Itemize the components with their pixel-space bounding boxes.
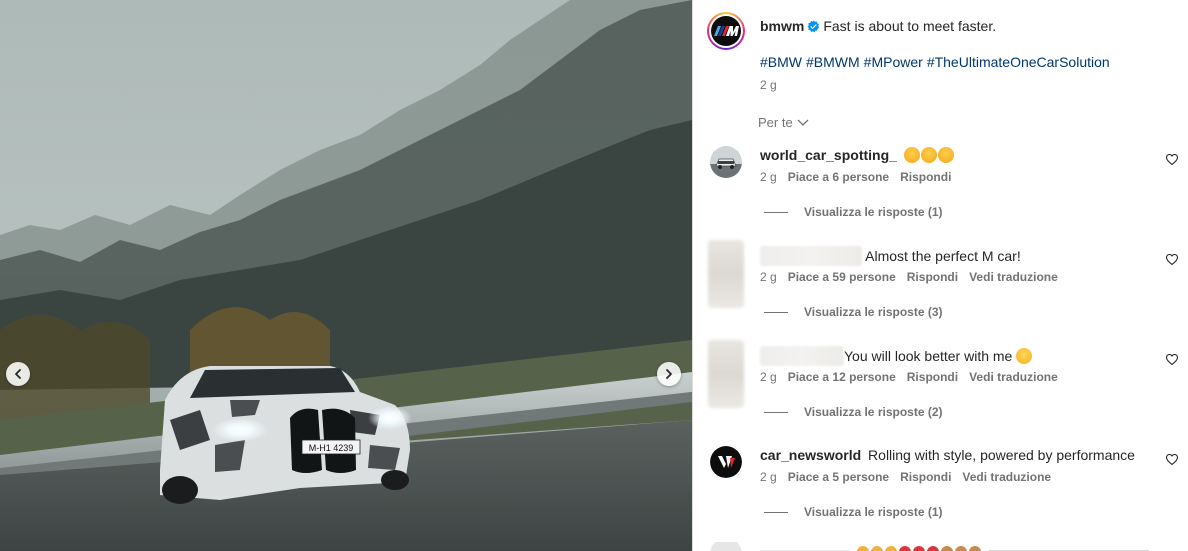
hashtag-link[interactable]: #BMWM bbox=[806, 54, 860, 70]
commenter-username-blurred[interactable] bbox=[760, 346, 844, 366]
comment-message: Rolling with style, powered by performan… bbox=[868, 447, 1135, 463]
star-struck-emoji-icon bbox=[920, 147, 937, 163]
like-heart-icon[interactable] bbox=[1166, 254, 1178, 265]
sort-label: Per te bbox=[758, 115, 793, 130]
commenter-avatar[interactable] bbox=[710, 146, 742, 178]
caption-hashtags: #BMW #BMWM #MPower #TheUltimateOneCarSoluti… bbox=[760, 53, 1114, 71]
chevron-right-icon bbox=[666, 369, 672, 379]
translate-button[interactable]: Vedi traduzione bbox=[969, 370, 1058, 384]
comment-text: car_newsworld Rolling with style, powere… bbox=[760, 446, 1160, 464]
like-heart-icon[interactable] bbox=[1166, 454, 1178, 465]
bmw-m-logo-icon bbox=[714, 26, 739, 36]
view-replies-button[interactable]: Visualizza le risposte (2) bbox=[764, 405, 943, 419]
car-newsworld-logo-icon bbox=[710, 446, 742, 478]
reply-button[interactable]: Rispondi bbox=[900, 170, 951, 184]
view-replies-button[interactable]: Visualizza le risposte (1) bbox=[764, 205, 943, 219]
comment-likes[interactable]: Piace a 59 persone bbox=[788, 270, 896, 284]
commenter-username[interactable]: world_car_spotting_ bbox=[760, 147, 897, 163]
comment-meta: 2 g Piace a 59 persone Rispondi Vedi tra… bbox=[760, 270, 1058, 284]
comment-meta: 2 g Piace a 12 persone Rispondi Vedi tra… bbox=[760, 370, 1058, 384]
chevron-left-icon bbox=[15, 369, 21, 379]
comment-text: world_car_spotting_ bbox=[760, 146, 1160, 164]
previous-photo-button[interactable] bbox=[6, 362, 30, 386]
commenter-avatar-blurred[interactable] bbox=[708, 340, 744, 408]
partial-comment-emoji-row bbox=[710, 541, 1149, 551]
comment-sort-dropdown[interactable]: Per te bbox=[758, 115, 809, 130]
commenter-avatar-blurred[interactable] bbox=[708, 240, 744, 308]
chevron-down-icon bbox=[797, 119, 809, 126]
view-replies-label: Visualizza le risposte (2) bbox=[804, 405, 943, 419]
comments-panel: bmwm Fast is about to meet faster. #BMW #B… bbox=[692, 0, 1188, 551]
car-photo-scene: M-H1 4239 bbox=[0, 0, 692, 551]
comment-time[interactable]: 2 g bbox=[760, 470, 777, 484]
comment-likes[interactable]: Piace a 12 persone bbox=[788, 370, 896, 384]
reply-button[interactable]: Rispondi bbox=[907, 370, 958, 384]
comment-likes[interactable]: Piace a 5 persone bbox=[788, 470, 889, 484]
commenter-username[interactable]: car_newsworld bbox=[760, 447, 861, 463]
comment-text: You will look better with me bbox=[760, 346, 1160, 366]
comment-text: Almost the perfect M car! bbox=[760, 246, 1160, 266]
commenter-username-blurred[interactable] bbox=[760, 246, 862, 266]
reply-button[interactable]: Rispondi bbox=[900, 470, 951, 484]
view-replies-button[interactable]: Visualizza le risposte (3) bbox=[764, 305, 943, 319]
replies-divider bbox=[764, 411, 788, 413]
replies-divider bbox=[764, 511, 788, 513]
author-username[interactable]: bmwm bbox=[760, 18, 804, 34]
view-replies-label: Visualizza le risposte (1) bbox=[804, 205, 943, 219]
comment-time[interactable]: 2 g bbox=[760, 370, 777, 384]
replies-divider bbox=[764, 211, 788, 213]
view-replies-label: Visualizza le risposte (3) bbox=[804, 305, 943, 319]
comment-meta: 2 g Piace a 6 persone Rispondi bbox=[760, 170, 951, 184]
like-heart-icon[interactable] bbox=[1166, 354, 1178, 365]
translate-button[interactable]: Vedi traduzione bbox=[962, 470, 1051, 484]
comment-meta: 2 g Piace a 5 persone Rispondi Vedi trad… bbox=[760, 470, 1051, 484]
license-plate-text: M-H1 4239 bbox=[309, 443, 354, 453]
author-avatar[interactable] bbox=[707, 12, 745, 50]
like-heart-icon[interactable] bbox=[1166, 154, 1178, 165]
comment-time[interactable]: 2 g bbox=[760, 170, 777, 184]
comment-likes[interactable]: Piace a 6 persone bbox=[788, 170, 889, 184]
hashtag-link[interactable]: #BMW bbox=[760, 54, 802, 70]
next-photo-button[interactable] bbox=[657, 362, 681, 386]
caption-text: Fast is about to meet faster. bbox=[823, 18, 997, 34]
comment-message: You will look better with me bbox=[844, 348, 1013, 364]
star-struck-emoji-icon bbox=[903, 147, 920, 163]
post-timestamp[interactable]: 2 g bbox=[760, 78, 777, 92]
reply-button[interactable]: Rispondi bbox=[907, 270, 958, 284]
star-struck-emoji-icon bbox=[937, 147, 954, 163]
view-replies-label: Visualizza le risposte (1) bbox=[804, 505, 943, 519]
comment-message: Almost the perfect M car! bbox=[865, 248, 1021, 264]
translate-button[interactable]: Vedi traduzione bbox=[969, 270, 1058, 284]
post-photo[interactable]: M-H1 4239 bbox=[0, 0, 692, 551]
hashtag-link[interactable]: #MPower bbox=[864, 54, 923, 70]
comment-time[interactable]: 2 g bbox=[760, 270, 777, 284]
car-avatar-image bbox=[710, 146, 742, 178]
view-replies-button[interactable]: Visualizza le risposte (1) bbox=[764, 505, 943, 519]
next-comment-partial bbox=[707, 541, 1177, 551]
winking-face-emoji-icon bbox=[1016, 348, 1033, 364]
hashtag-link[interactable]: #TheUltimateOneCarSolution bbox=[927, 54, 1110, 70]
replies-divider bbox=[764, 311, 788, 313]
commenter-avatar[interactable] bbox=[710, 446, 742, 478]
verified-badge-icon bbox=[807, 20, 820, 33]
